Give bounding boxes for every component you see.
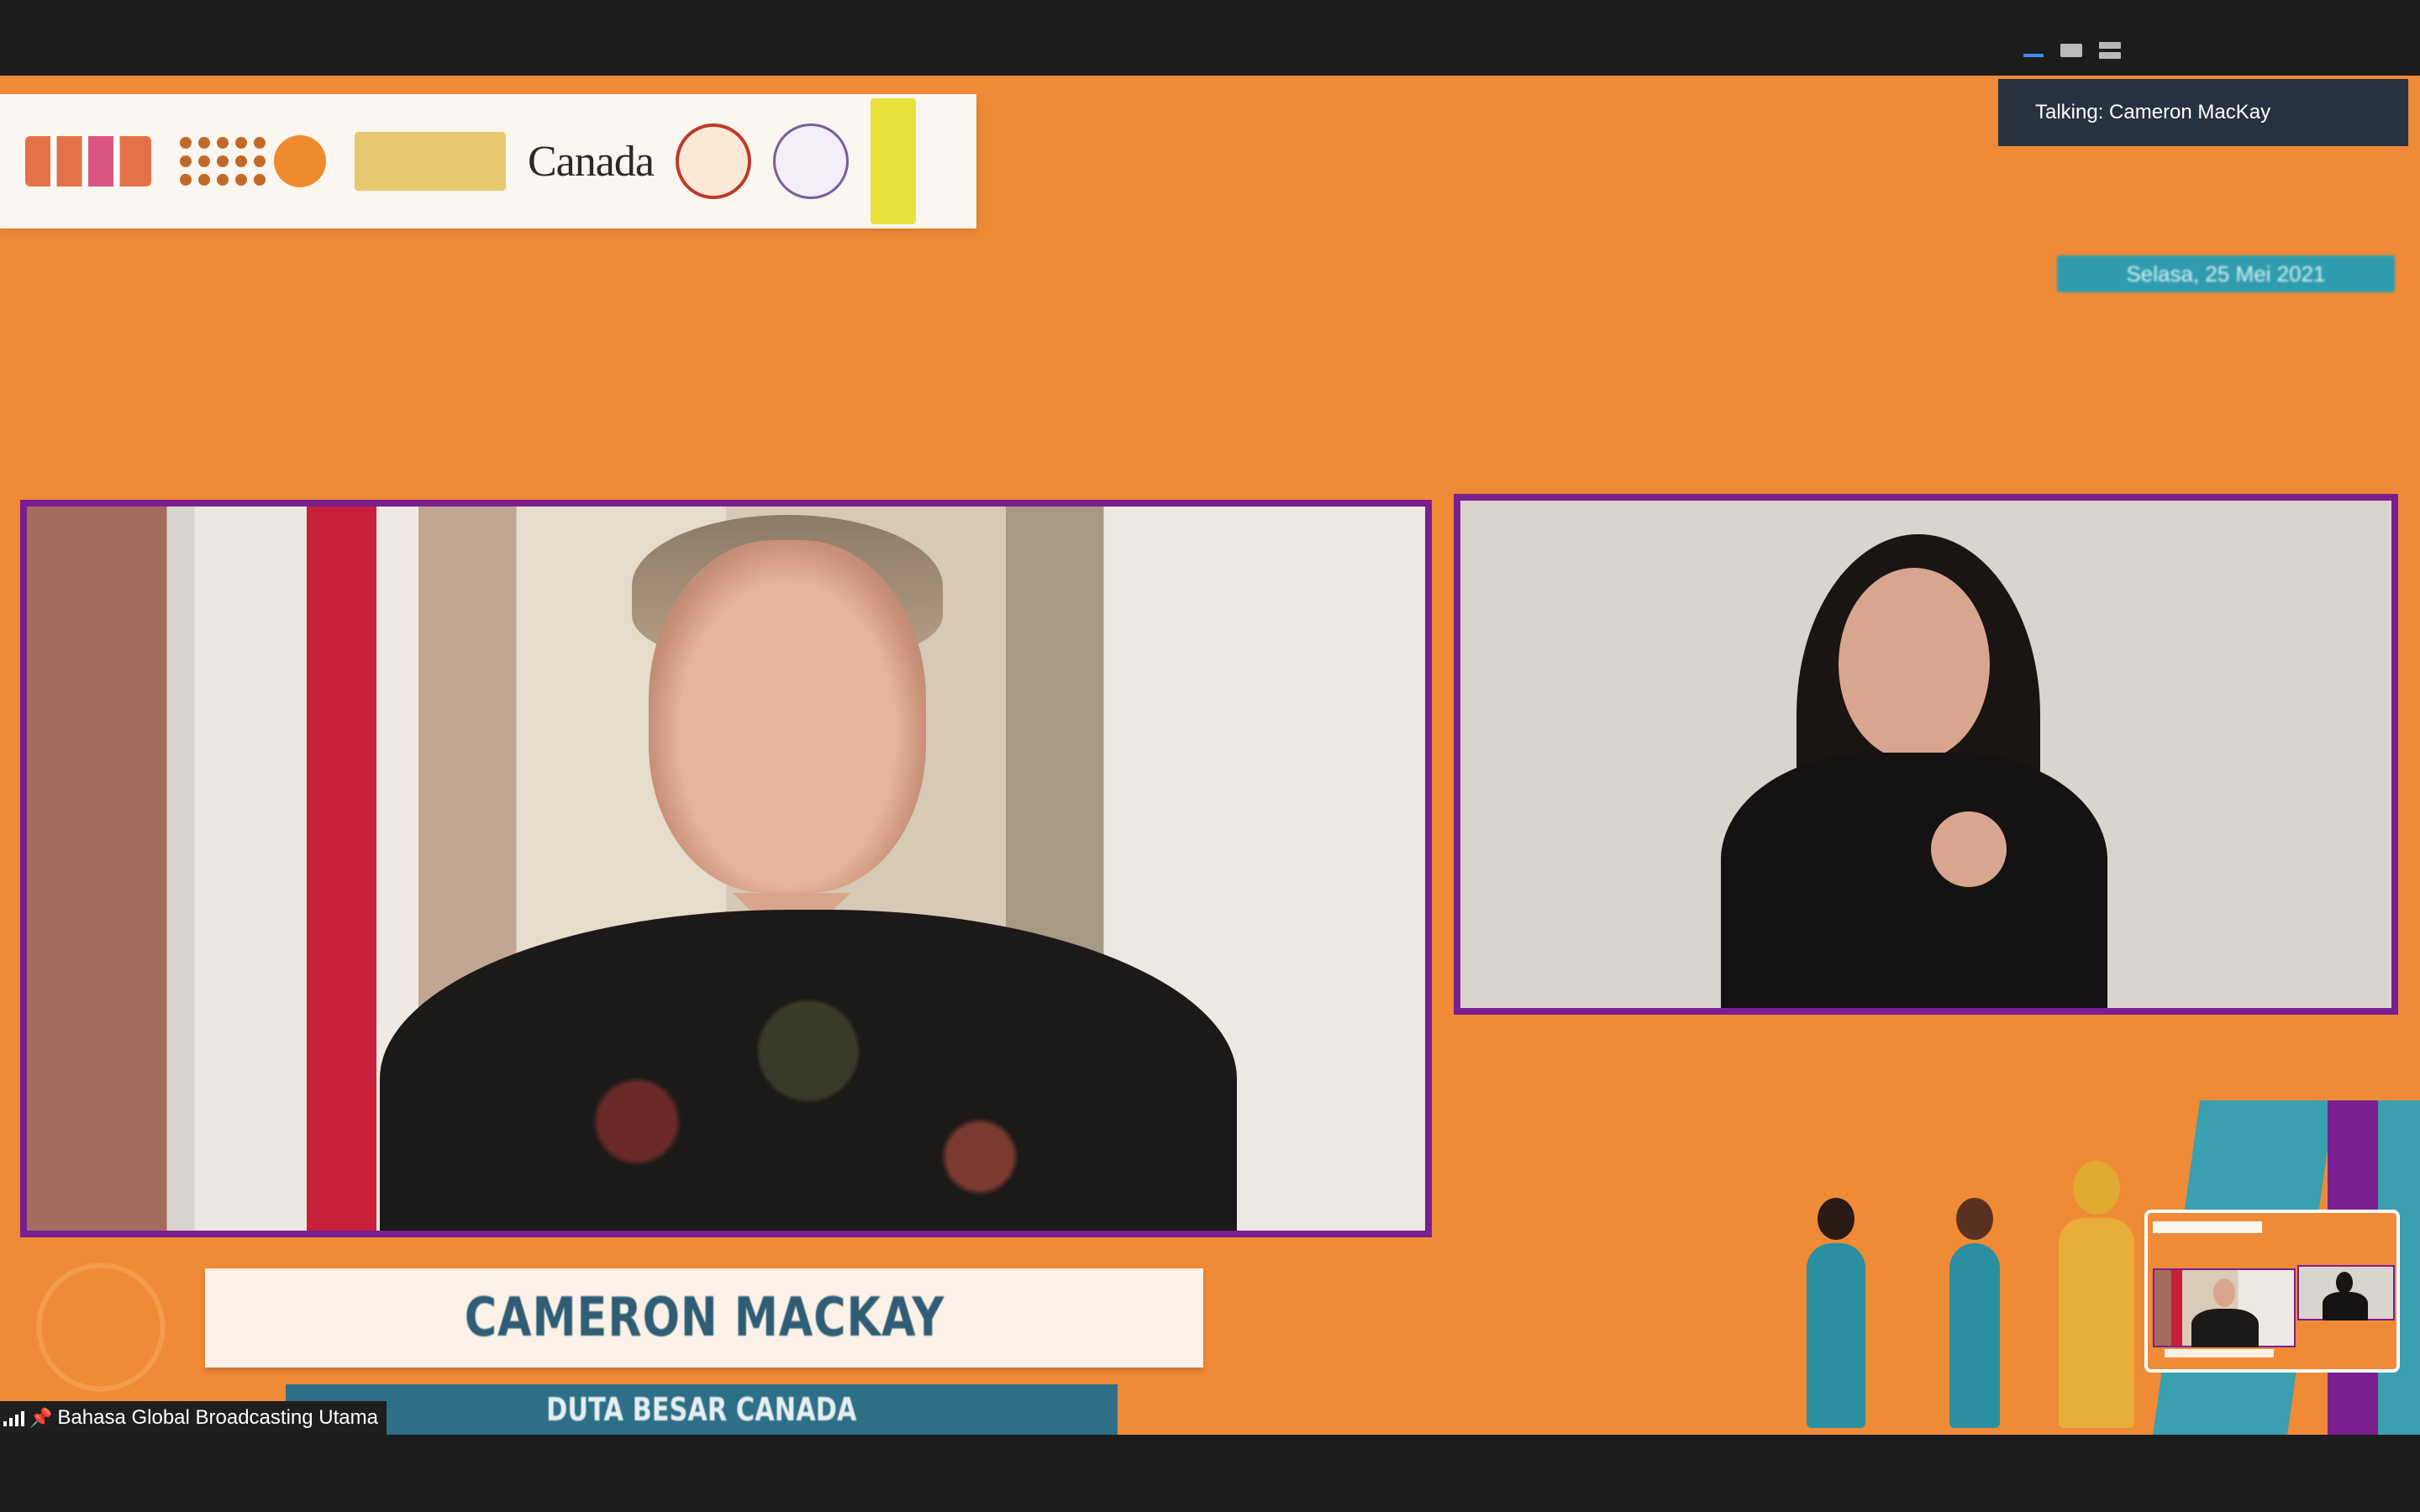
sponsor-logo-5 <box>675 123 751 199</box>
window-bottom-bar <box>0 1435 2420 1512</box>
minimize-view-icon[interactable] <box>2023 44 2044 57</box>
participant-name-label: 📌 Bahasa Global Broadcasting Utama <box>0 1401 387 1435</box>
sponsor-logo-1 <box>25 136 151 186</box>
pin-icon: 📌 <box>29 1407 53 1428</box>
sign-language-interpreter-video <box>1454 494 2398 1015</box>
speaker-title: DUTA BESAR CANADA <box>546 1391 857 1428</box>
sponsor-logo-2 <box>173 115 333 207</box>
shared-screen-stage: Canada Selasa, 25 Mei 2021 CAMERON MACKA… <box>0 76 2420 1435</box>
speaker-name-banner: CAMERON MACKAY <box>205 1268 1203 1368</box>
window-top-bar <box>0 0 2420 76</box>
view-controls <box>2023 42 2121 59</box>
connection-signal-icon <box>3 1410 24 1426</box>
canada-wordmark-logo: Canada <box>528 137 655 186</box>
speaker-name: CAMERON MACKAY <box>464 1287 944 1349</box>
sponsor-logo-7 <box>870 98 916 224</box>
speaker-video <box>20 500 1432 1237</box>
sponsor-logo-strip: Canada <box>0 94 976 228</box>
speaker-title-bar: DUTA BESAR CANADA <box>286 1384 1118 1435</box>
pinned-participant-name: Bahasa Global Broadcasting Utama <box>57 1406 378 1429</box>
single-view-icon[interactable] <box>2060 44 2082 57</box>
event-date-badge: Selasa, 25 Mei 2021 <box>2057 255 2395 292</box>
self-view-thumbnail[interactable] <box>2144 1210 2400 1373</box>
sponsor-logo-6 <box>772 123 849 199</box>
talking-indicator: Talking: Cameron MacKay <box>1998 79 2408 146</box>
sponsor-logo-3 <box>355 132 506 191</box>
side-by-side-view-icon[interactable] <box>2099 42 2121 59</box>
